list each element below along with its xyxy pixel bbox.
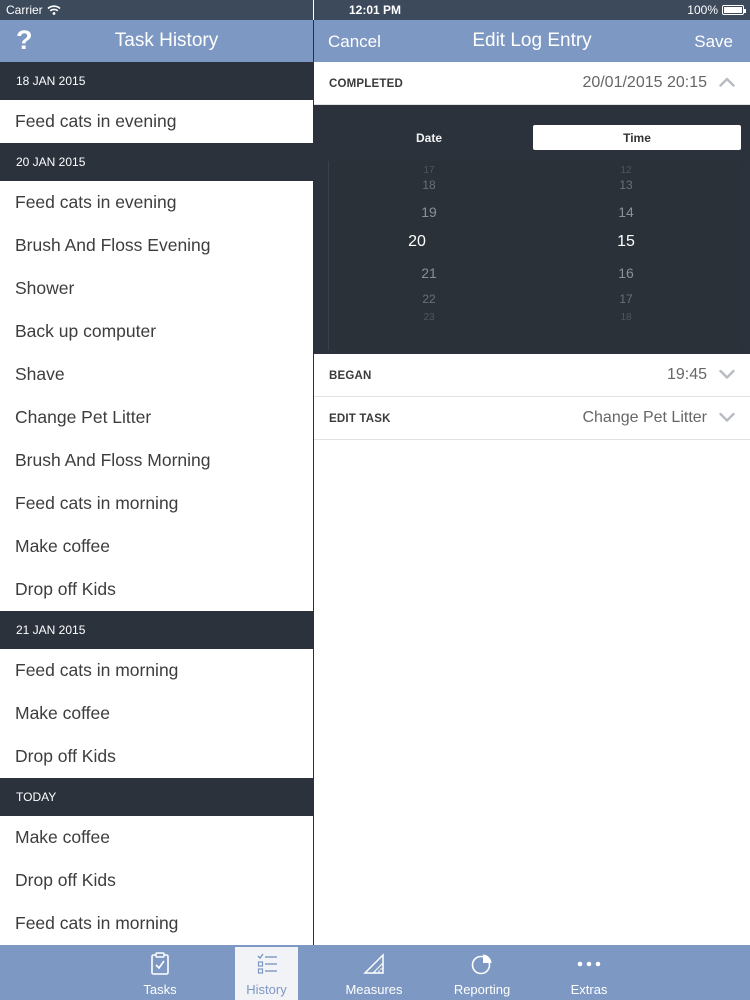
hour-option: 17 xyxy=(423,165,435,173)
began-label: BEGAN xyxy=(329,370,372,382)
completed-label: COMPLETED xyxy=(329,78,403,90)
list-item[interactable]: Make coffee xyxy=(0,525,313,568)
tab-history[interactable]: History xyxy=(235,947,298,1000)
task-history-pane: ? Task History 18 JAN 2015 Feed cats in … xyxy=(0,20,313,945)
minute-option: 18 xyxy=(620,312,632,320)
list-item[interactable]: Change Pet Litter xyxy=(0,396,313,439)
history-section-2: 21 JAN 2015 Feed cats in morning Make co… xyxy=(0,611,313,778)
began-value: 19:45 xyxy=(666,366,707,383)
minute-option: 17 xyxy=(619,292,633,306)
hour-option: 23 xyxy=(423,312,435,320)
more-dots-icon xyxy=(543,952,635,978)
list-item[interactable]: Shave xyxy=(0,353,313,396)
task-history-title: Task History xyxy=(114,30,219,51)
tab-label: Measures xyxy=(345,982,403,997)
minute-wheel[interactable]: 12 13 14 15 16 17 18 xyxy=(556,161,696,350)
date-time-segmented-control: Date Time xyxy=(324,124,742,151)
status-bar: Carrier 12:01 PM 100% xyxy=(0,0,750,20)
time-picker: Date Time 17 18 19 20 21 22 23 12 13 14 … xyxy=(314,105,750,354)
edit-task-value: Change Pet Litter xyxy=(582,409,707,426)
minute-option: 12 xyxy=(620,165,632,173)
help-icon[interactable]: ? xyxy=(16,25,33,56)
status-time: 12:01 PM xyxy=(348,3,402,17)
tab-measures[interactable]: Measures xyxy=(328,947,420,1000)
tab-bar: Tasks History Measures Reporting Extras xyxy=(0,945,750,1000)
minute-option: 16 xyxy=(618,265,634,281)
save-button[interactable]: Save xyxy=(694,32,733,52)
checklist-icon xyxy=(235,952,298,978)
section-header-date: TODAY xyxy=(0,778,313,816)
minute-option: 14 xyxy=(618,204,634,220)
battery-label: 100% xyxy=(687,3,718,17)
ruler-triangle-icon xyxy=(328,952,420,978)
pie-chart-icon xyxy=(436,952,528,978)
list-item[interactable]: Feed cats in morning xyxy=(0,902,313,945)
list-item[interactable]: Feed cats in morning xyxy=(0,482,313,525)
task-history-navbar: ? Task History xyxy=(0,20,313,62)
completed-row[interactable]: COMPLETED 20/01/2015 20:15 xyxy=(314,62,750,105)
hour-option: 18 xyxy=(422,178,436,192)
battery-icon xyxy=(722,5,746,15)
tab-label: Tasks xyxy=(143,982,177,997)
list-item[interactable]: Make coffee xyxy=(0,816,313,859)
hour-wheel[interactable]: 17 18 19 20 21 22 23 xyxy=(359,161,499,350)
list-item[interactable]: Make coffee xyxy=(0,692,313,735)
chevron-up-icon xyxy=(719,77,735,87)
segment-time[interactable]: Time xyxy=(533,125,741,150)
edit-log-entry-pane: Cancel Edit Log Entry Save COMPLETED 20/… xyxy=(314,20,750,945)
clipboard-check-icon xyxy=(114,952,206,978)
hour-selected: 20 xyxy=(408,233,426,250)
picker-wheels: 17 18 19 20 21 22 23 12 13 14 15 16 17 1… xyxy=(328,161,742,350)
list-item[interactable]: Drop off Kids xyxy=(0,735,313,778)
list-item[interactable]: Feed cats in morning xyxy=(0,649,313,692)
edit-log-entry-title: Edit Log Entry xyxy=(472,30,592,51)
list-item[interactable]: Back up computer xyxy=(0,310,313,353)
section-header-date: 18 JAN 2015 xyxy=(0,62,313,100)
list-item[interactable]: Drop off Kids xyxy=(0,568,313,611)
chevron-down-icon xyxy=(719,369,735,379)
tab-label: Extras xyxy=(570,982,608,997)
edit-task-label: EDIT TASK xyxy=(329,413,391,425)
history-section-1: 20 JAN 2015 Feed cats in evening Brush A… xyxy=(0,143,313,611)
history-section-3: TODAY Make coffee Drop off Kids Feed cat… xyxy=(0,778,313,945)
list-item[interactable]: Drop off Kids xyxy=(0,859,313,902)
tab-reporting[interactable]: Reporting xyxy=(436,947,528,1000)
list-item[interactable]: Brush And Floss Evening xyxy=(0,224,313,267)
hour-option: 19 xyxy=(421,204,437,220)
history-section-0: 18 JAN 2015 Feed cats in evening xyxy=(0,62,313,143)
tab-tasks[interactable]: Tasks xyxy=(114,947,206,1000)
segment-date[interactable]: Date xyxy=(325,125,533,150)
list-item[interactable]: Shower xyxy=(0,267,313,310)
tab-label: History xyxy=(246,982,287,997)
section-header-date: 20 JAN 2015 xyxy=(0,143,313,181)
list-item[interactable]: Feed cats in evening xyxy=(0,100,313,143)
minute-option: 13 xyxy=(619,178,633,192)
tab-extras[interactable]: Extras xyxy=(543,947,635,1000)
began-row[interactable]: BEGAN 19:45 xyxy=(314,354,750,397)
hour-option: 22 xyxy=(422,292,436,306)
completed-value: 20/01/2015 20:15 xyxy=(582,74,707,91)
hour-option: 21 xyxy=(421,265,437,281)
section-header-date: 21 JAN 2015 xyxy=(0,611,313,649)
list-item[interactable]: Feed cats in evening xyxy=(0,181,313,224)
tab-label: Reporting xyxy=(453,982,511,997)
list-item[interactable]: Brush And Floss Morning xyxy=(0,439,313,482)
minute-selected: 15 xyxy=(617,233,635,250)
edit-task-row[interactable]: EDIT TASK Change Pet Litter xyxy=(314,397,750,440)
battery-indicator: 100% xyxy=(687,3,746,17)
edit-log-entry-navbar: Cancel Edit Log Entry Save xyxy=(314,20,750,62)
chevron-down-icon xyxy=(719,412,735,422)
